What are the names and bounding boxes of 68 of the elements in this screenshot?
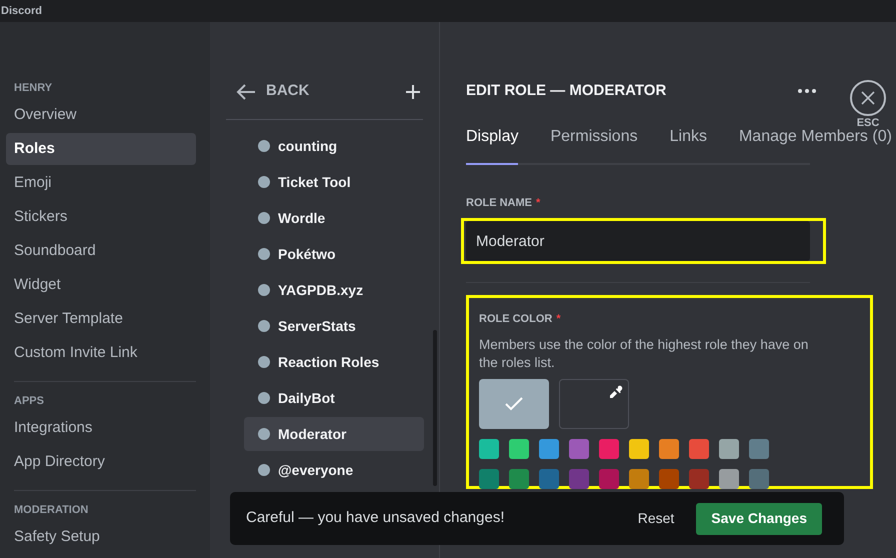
role-item[interactable]: Reaction Roles [244,345,424,379]
sidebar-item[interactable]: Emoji [6,167,196,199]
color-swatch[interactable] [659,438,679,458]
color-swatch[interactable] [599,468,619,488]
tab[interactable]: Display [466,124,518,164]
checkmark-icon [505,396,523,410]
sidebar-item[interactable]: Soundboard [6,235,196,267]
sidebar-item[interactable]: Roles [6,133,196,165]
warning-text: Careful — you have unsaved changes! [246,508,504,528]
color-swatch[interactable] [629,438,649,458]
section-heading: MODERATION [13,503,90,518]
custom-color-swatch[interactable] [559,378,629,428]
sidebar-item[interactable]: App Directory [6,446,196,478]
role-item[interactable]: ServerStats [244,309,424,343]
role-item[interactable]: @everyone [244,453,424,487]
color-swatch[interactable] [539,438,559,458]
role-item[interactable]: YAGPDB.xyz [244,273,424,307]
sidebar-item[interactable]: Custom Invite Link [6,337,196,369]
section-heading: APPS [13,394,45,409]
more-options-icon[interactable] [798,89,816,94]
color-swatch[interactable] [749,468,769,488]
back-button[interactable]: BACK [236,80,310,103]
sidebar-item[interactable]: Stickers [6,201,196,233]
save-changes-button[interactable]: Save Changes [696,502,822,534]
plus-icon[interactable] [405,84,421,100]
color-swatch[interactable] [599,438,619,458]
color-swatch[interactable] [689,468,709,488]
close-button[interactable] [850,80,886,116]
input-field[interactable]: Moderator [466,221,810,261]
color-swatch[interactable] [689,438,709,458]
tab[interactable]: Permissions [550,124,638,164]
color-swatch[interactable] [659,468,679,488]
role-item[interactable]: Pokétwo [244,237,424,271]
role-item[interactable]: Moderator [244,417,424,451]
reset-button[interactable]: Reset [638,508,674,529]
color-swatch[interactable] [539,468,559,488]
sidebar-item[interactable]: Safety Setup [6,521,196,553]
role-item[interactable]: Wordle [244,201,424,235]
color-swatch[interactable] [479,468,499,488]
color-swatch[interactable] [509,438,529,458]
field-label: ROLE COLOR [479,312,552,327]
description-text: Members use the color of the highest role they have on the roles list. [479,336,810,372]
role-item[interactable]: Ticket Tool [244,165,424,199]
arrow-left-icon [236,84,256,100]
editor-title: EDIT ROLE — MODERATOR [466,81,666,101]
sidebar-item[interactable]: Integrations [6,412,196,444]
window-title: Discord [1,4,42,19]
role-item[interactable]: counting [244,129,424,163]
eyedropper-icon [609,384,623,398]
color-swatch[interactable] [569,438,589,458]
required-mark: * [556,312,561,327]
color-swatch[interactable] [509,468,529,488]
color-swatch[interactable] [479,438,499,458]
close-icon [861,91,875,105]
sidebar-item[interactable]: Widget [6,269,196,301]
role-item[interactable]: DailyBot [244,381,424,415]
default-color-swatch[interactable] [479,378,549,428]
field-label: ROLE NAME [466,196,532,210]
color-swatch[interactable] [719,438,739,458]
tab[interactable]: Links [670,124,707,164]
sidebar-item[interactable]: Server Template [6,303,196,335]
required-mark: * [536,196,540,210]
section-heading: HENRY [13,81,54,96]
color-swatch[interactable] [569,468,589,488]
color-swatch[interactable] [629,468,649,488]
sidebar-item[interactable]: Overview [6,99,196,131]
color-swatch[interactable] [749,438,769,458]
color-swatch[interactable] [719,468,739,488]
